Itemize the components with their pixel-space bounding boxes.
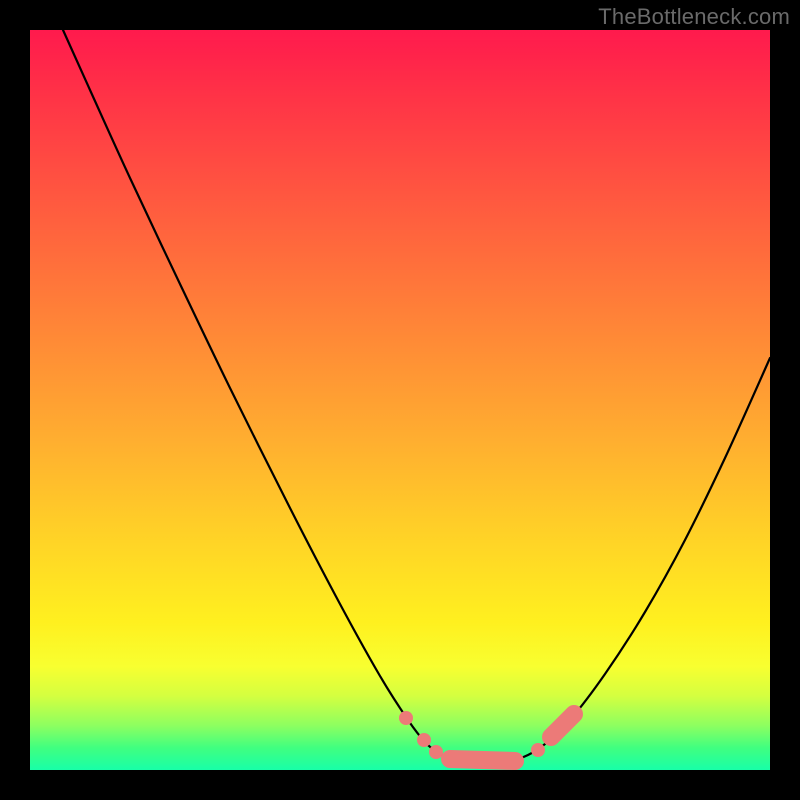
marker-dot — [544, 730, 558, 744]
chart-frame: TheBottleneck.com — [0, 0, 800, 800]
marker-pill — [450, 759, 515, 761]
marker-dot — [429, 745, 443, 759]
marker-dot — [399, 711, 413, 725]
bottleneck-curve — [63, 30, 770, 763]
chart-svg — [30, 30, 770, 770]
marker-dot — [417, 733, 431, 747]
watermark-text: TheBottleneck.com — [598, 4, 790, 30]
marker-dot — [531, 743, 545, 757]
chart-plot-area — [30, 30, 770, 770]
